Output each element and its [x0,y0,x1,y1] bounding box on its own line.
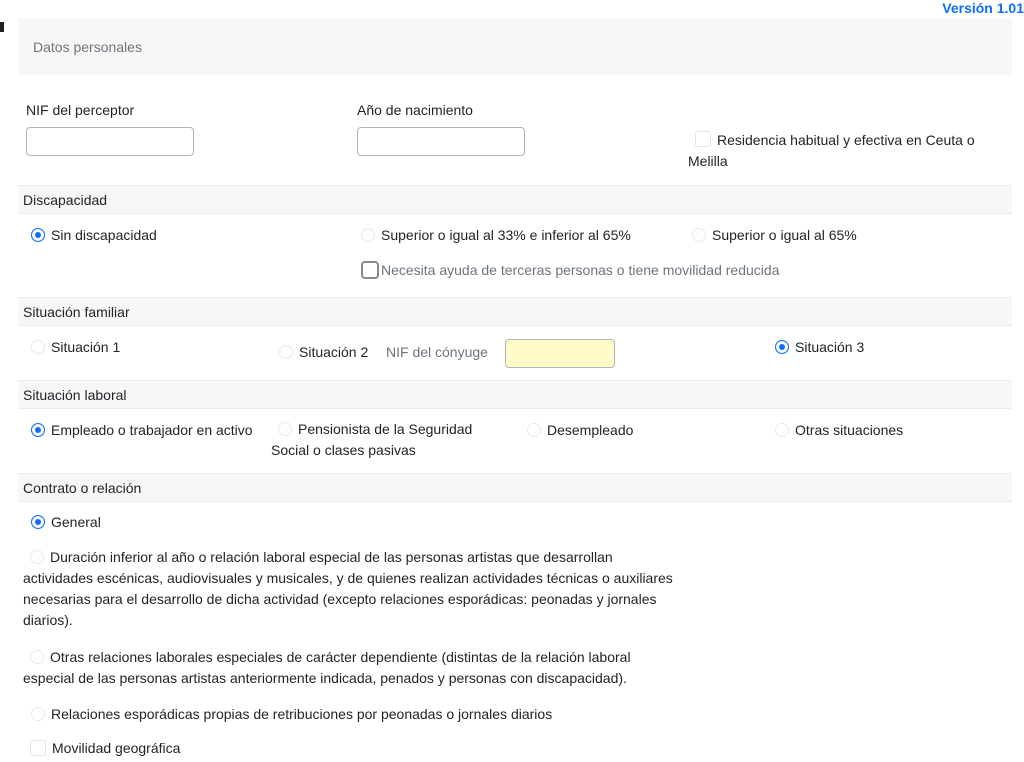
option-label: Sin discapacidad [51,227,157,243]
contract-option-general[interactable]: General [31,514,101,530]
radio-button[interactable] [31,340,45,354]
contract-option-other-special[interactable]: Otras relaciones laborales especiales de… [23,647,683,689]
section-bar-contract: Contrato o relación [18,473,1012,502]
contract-option-sporadic[interactable]: Relaciones esporádicas propias de retrib… [31,706,552,722]
radio-button[interactable] [31,228,45,242]
employment-option-other[interactable]: Otras situaciones [775,422,903,438]
radio-button[interactable] [31,515,45,529]
family-option-3[interactable]: Situación 3 [775,339,864,355]
radio-button[interactable] [527,423,541,437]
section-bar-employment: Situación laboral [18,380,1012,409]
spouse-nif-label: NIF del cónyuge [386,344,488,360]
section-bar-title: Contrato o relación [23,480,142,496]
section-bar-disability: Discapacidad [18,185,1012,214]
employment-option-active[interactable]: Empleado o trabajador en activo [31,422,253,438]
family-option-2[interactable]: Situación 2 [279,344,368,360]
section-header-personal-data: Datos personales [18,18,1012,75]
disability-option-33-65[interactable]: Superior o igual al 33% e inferior al 65… [361,227,631,243]
section-bar-title: Situación laboral [23,387,127,403]
option-label: Superior o igual al 33% e inferior al 65… [381,227,631,243]
spouse-nif-input[interactable] [505,339,615,368]
employment-option-unemployed[interactable]: Desempleado [527,422,633,438]
radio-button[interactable] [31,707,45,721]
radio-button[interactable] [775,340,789,354]
radio-button[interactable] [279,345,293,359]
nif-input[interactable] [26,127,194,156]
version-label: Versión 1.01 [942,0,1024,16]
option-label: Empleado o trabajador en activo [51,422,253,438]
section-title: Datos personales [33,39,142,55]
disability-option-none[interactable]: Sin discapacidad [31,227,157,243]
option-label: General [51,514,101,530]
option-label: Pensionista de la Seguridad Social o cla… [271,421,473,458]
option-label: Duración inferior al año o relación labo… [23,549,673,628]
residence-label: Residencia habitual y efectiva en Ceuta … [688,132,975,169]
help-needed-label: Necesita ayuda de terceras personas o ti… [381,262,780,278]
option-label: Situación 1 [51,339,121,355]
radio-button[interactable] [775,423,789,437]
help-needed-checkbox[interactable] [361,261,379,279]
radio-button[interactable] [692,228,706,242]
window-edge-marker [0,22,4,32]
option-label: Situación 3 [795,339,865,355]
section-bar-family: Situación familiar [18,297,1012,326]
geographic-mobility-option[interactable]: Movilidad geográfica [30,740,180,756]
radio-button[interactable] [30,650,44,664]
nif-label: NIF del perceptor [26,102,135,118]
option-label: Situación 2 [299,344,369,360]
birth-year-label: Año de nacimiento [357,102,473,118]
option-label: Otras relaciones laborales especiales de… [23,649,631,686]
radio-button[interactable] [361,228,375,242]
option-label: Desempleado [547,422,634,438]
residence-checkbox[interactable] [695,131,711,147]
section-bar-title: Discapacidad [23,192,108,208]
option-label: Otras situaciones [795,422,904,438]
contract-option-short-duration[interactable]: Duración inferior al año o relación labo… [23,547,683,631]
radio-button[interactable] [278,422,292,436]
radio-button[interactable] [31,423,45,437]
help-needed-option[interactable]: Necesita ayuda de terceras personas o ti… [361,261,779,279]
radio-button[interactable] [30,550,44,564]
option-label: Movilidad geográfica [52,740,181,756]
birth-year-input[interactable] [357,127,525,156]
section-bar-title: Situación familiar [23,304,130,320]
employment-option-pensioner[interactable]: Pensionista de la Seguridad Social o cla… [271,419,486,461]
disability-option-65[interactable]: Superior o igual al 65% [692,227,857,243]
family-option-1[interactable]: Situación 1 [31,339,120,355]
geographic-mobility-checkbox[interactable] [30,740,46,756]
option-label: Relaciones esporádicas propias de retrib… [51,706,553,722]
residence-option[interactable]: Residencia habitual y efectiva en Ceuta … [688,130,988,172]
option-label: Superior o igual al 65% [712,227,857,243]
